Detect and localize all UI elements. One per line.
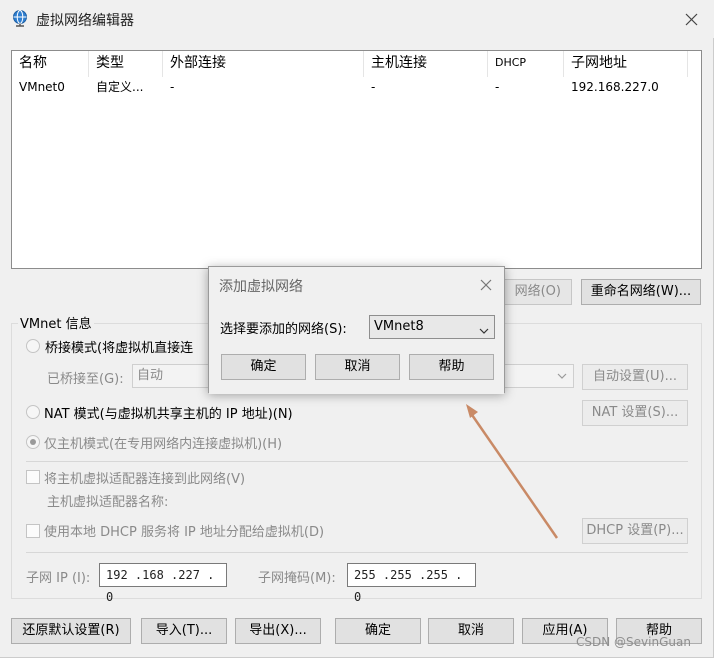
close-icon[interactable] [680, 8, 702, 30]
table-row[interactable]: VMnet0 自定义... - - - 192.168.227.0 [12, 77, 701, 97]
cell-subnet: 192.168.227.0 [571, 80, 659, 94]
bridged-to-value: 自动 [137, 368, 164, 383]
auto-settings-button[interactable]: 自动设置(U)... [582, 364, 688, 390]
subnet-mask-label: 子网掩码(M): [258, 571, 336, 586]
dhcp-settings-button[interactable]: DHCP 设置(P)... [582, 518, 688, 544]
bridged-mode-radio[interactable] [26, 339, 40, 353]
cell-name: VMnet0 [19, 80, 65, 94]
dialog-ok-button[interactable]: 确定 [221, 354, 306, 380]
title-bar: 虚拟网络编辑器 [0, 0, 714, 38]
subnet-ip-label: 子网 IP (I): [26, 571, 91, 586]
globe-network-icon [11, 9, 29, 27]
watermark: CSDN @SevinGuan [576, 635, 691, 649]
select-network-label: 选择要添加的网络(S): [220, 322, 347, 337]
connect-adapter-checkbox[interactable] [26, 470, 40, 484]
export-button[interactable]: 导出(X)... [235, 618, 321, 644]
restore-defaults-button[interactable]: 还原默认设置(R) [11, 618, 131, 644]
nat-settings-button[interactable]: NAT 设置(S)... [582, 400, 688, 426]
host-only-mode-radio[interactable] [26, 435, 40, 449]
column-header-type[interactable]: 类型 [89, 51, 163, 77]
cell-external: - [170, 80, 175, 94]
virtual-network-editor-window: 虚拟网络编辑器 名称 类型 外部连接 主机连接 DHCP 子网地址 VMnet0… [0, 0, 714, 658]
subnet-mask-field[interactable]: 255 .255 .255 . 0 [347, 563, 476, 604]
divider [26, 552, 688, 553]
table-header: 名称 类型 外部连接 主机连接 DHCP 子网地址 [12, 51, 701, 77]
bridged-mode-label: 桥接模式(将虚拟机直接连 [45, 341, 194, 356]
network-table[interactable]: 名称 类型 外部连接 主机连接 DHCP 子网地址 VMnet0 自定义... … [11, 50, 702, 269]
column-header-subnet[interactable]: 子网地址 [564, 51, 688, 77]
dialog-help-button[interactable]: 帮助 [409, 354, 494, 380]
add-virtual-network-dialog: 添加虚拟网络 选择要添加的网络(S): VMnet8 确定 取消 帮助 [208, 266, 505, 394]
remove-network-button[interactable]: 网络(O) [496, 279, 572, 305]
column-header-name[interactable]: 名称 [12, 51, 89, 77]
window-title: 虚拟网络编辑器 [36, 13, 134, 29]
column-header-external[interactable]: 外部连接 [163, 51, 364, 77]
rename-network-button[interactable]: 重命名网络(W)... [581, 279, 701, 305]
chevron-down-icon [557, 365, 567, 389]
import-button[interactable]: 导入(T)... [141, 618, 227, 644]
connect-adapter-label: 将主机虚拟适配器连接到此网络(V) [44, 472, 246, 487]
cell-dhcp: - [495, 80, 500, 94]
adapter-name-label: 主机虚拟适配器名称: [47, 495, 169, 510]
close-icon[interactable] [476, 275, 496, 295]
host-only-mode-label: 仅主机模式(在专用网络内连接虚拟机)(H) [44, 437, 283, 452]
nat-mode-radio[interactable] [26, 405, 40, 419]
dialog-cancel-button[interactable]: 取消 [315, 354, 400, 380]
nat-mode-label: NAT 模式(与虚拟机共享主机的 IP 地址)(N) [44, 407, 293, 422]
cancel-button[interactable]: 取消 [428, 618, 514, 644]
ok-button[interactable]: 确定 [335, 618, 421, 644]
cell-host: - [371, 80, 376, 94]
bridged-to-label: 已桥接至(G): [47, 372, 124, 387]
cell-type: 自定义... [96, 80, 144, 94]
column-header-dhcp[interactable]: DHCP [488, 51, 564, 77]
dialog-body: 选择要添加的网络(S): VMnet8 确定 取消 帮助 [209, 304, 504, 394]
subnet-ip-field[interactable]: 192 .168 .227 . 0 [99, 563, 227, 604]
divider [26, 461, 688, 462]
chevron-down-icon [479, 322, 489, 334]
network-select[interactable]: VMnet8 [369, 315, 495, 339]
dhcp-checkbox[interactable] [26, 524, 40, 538]
vmnet-info-label: VMnet 信息 [18, 313, 94, 332]
column-header-host[interactable]: 主机连接 [364, 51, 488, 77]
dhcp-label: 使用本地 DHCP 服务将 IP 地址分配给虚拟机(D) [44, 525, 325, 540]
dialog-title: 添加虚拟网络 [219, 279, 303, 295]
network-select-value: VMnet8 [374, 319, 424, 334]
